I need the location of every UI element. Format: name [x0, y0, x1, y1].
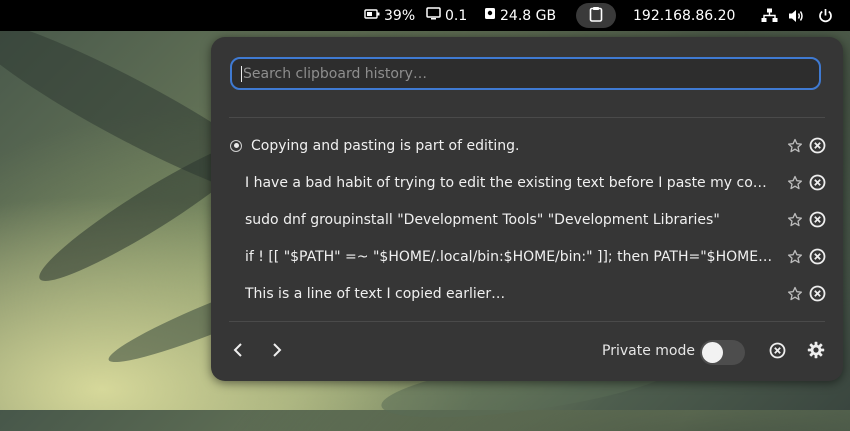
- star-icon[interactable]: [786, 248, 804, 266]
- clipboard-popup: Copying and pasting is part of editing. …: [211, 37, 843, 381]
- battery-percent: 39%: [384, 7, 416, 24]
- list-item-text: This is a line of text I copied earlier…: [245, 285, 506, 302]
- private-mode-label: Private mode: [602, 343, 695, 359]
- delete-icon[interactable]: [808, 137, 826, 155]
- ip-address-text: 192.168.86.20: [633, 7, 736, 24]
- toggle-knob: [702, 342, 723, 363]
- delete-icon[interactable]: [808, 248, 826, 266]
- list-item-text: sudo dnf groupinstall "Development Tools…: [245, 211, 720, 228]
- star-icon[interactable]: [786, 285, 804, 303]
- monitor-icon: [426, 7, 441, 24]
- network-icon[interactable]: [761, 0, 778, 31]
- list-item-text: I have a bad habit of trying to edit the…: [245, 174, 775, 191]
- delete-icon[interactable]: [808, 211, 826, 229]
- chevron-right-icon: [271, 342, 283, 362]
- clear-icon: [769, 342, 786, 363]
- disk-free: 24.8 GB: [500, 7, 557, 24]
- ip-address[interactable]: 192.168.86.20: [633, 0, 735, 31]
- search-box[interactable]: [230, 57, 821, 90]
- volume-icon[interactable]: [788, 0, 805, 31]
- selected-indicator-icon: [230, 139, 242, 152]
- text-caret: [241, 66, 242, 82]
- divider-bottom: [229, 321, 825, 322]
- list-item-text: if ! [[ "$PATH" =~ "$HOME/.local/bin:$HO…: [245, 248, 775, 265]
- delete-icon[interactable]: [808, 174, 826, 192]
- divider-top: [229, 117, 825, 118]
- power-icon[interactable]: [818, 0, 833, 31]
- star-icon[interactable]: [786, 137, 804, 155]
- list-item-text: Copying and pasting is part of editing.: [251, 137, 520, 154]
- clear-history-button[interactable]: [768, 342, 786, 363]
- private-mode-toggle[interactable]: [700, 340, 745, 365]
- chevron-left-icon: [232, 342, 244, 362]
- settings-button[interactable]: [807, 341, 825, 363]
- clipboard-icon: [589, 6, 603, 26]
- list-item[interactable]: Copying and pasting is part of editing.: [229, 128, 825, 163]
- list-item[interactable]: This is a line of text I copied earlier…: [229, 276, 825, 311]
- delete-icon[interactable]: [808, 285, 826, 303]
- next-page-button[interactable]: [268, 343, 286, 361]
- list-item[interactable]: I have a bad habit of trying to edit the…: [229, 165, 825, 200]
- load-indicator[interactable]: 0.1: [426, 0, 467, 31]
- disk-icon: [484, 7, 496, 24]
- battery-indicator[interactable]: 39%: [364, 0, 415, 31]
- disk-indicator[interactable]: 24.8 GB: [484, 0, 556, 31]
- clipboard-button[interactable]: [576, 3, 616, 28]
- battery-icon: [364, 8, 380, 24]
- previous-page-button[interactable]: [229, 343, 247, 361]
- list-item[interactable]: if ! [[ "$PATH" =~ "$HOME/.local/bin:$HO…: [229, 239, 825, 274]
- gear-icon: [807, 341, 825, 363]
- load-value: 0.1: [445, 7, 468, 24]
- star-icon[interactable]: [786, 211, 804, 229]
- star-icon[interactable]: [786, 174, 804, 192]
- top-bar: 39% 0.1 24.8 GB 192.168.86.20: [0, 0, 850, 31]
- search-input[interactable]: [241, 64, 819, 83]
- list-item[interactable]: sudo dnf groupinstall "Development Tools…: [229, 202, 825, 237]
